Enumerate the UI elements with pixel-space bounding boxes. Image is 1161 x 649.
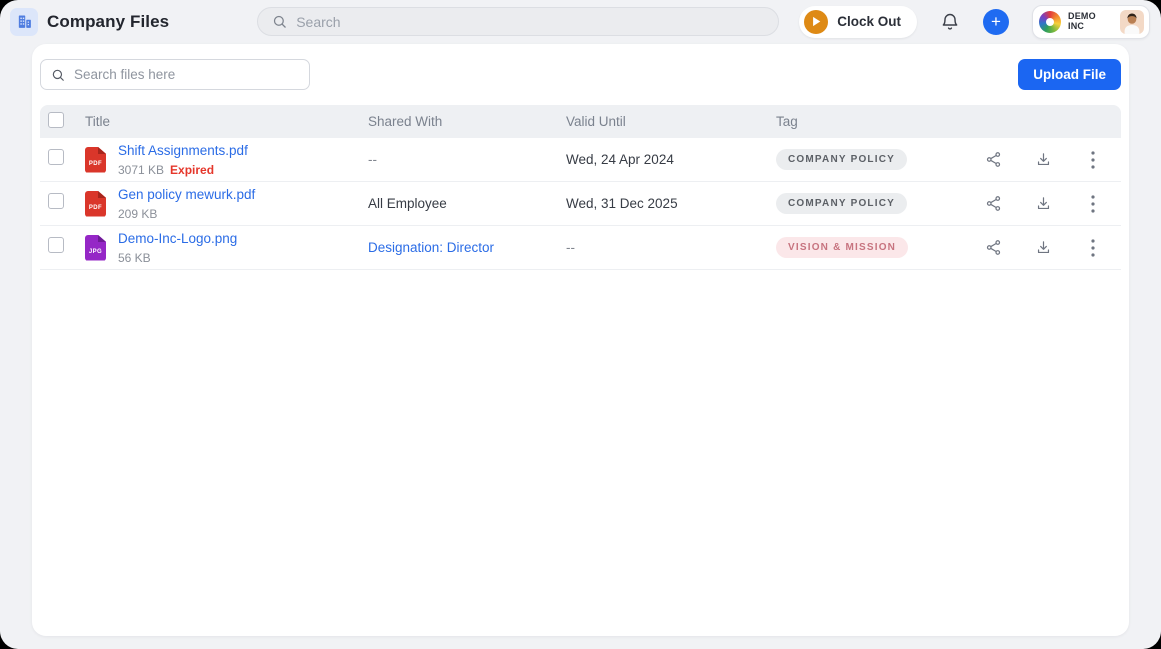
column-header-shared-with: Shared With <box>368 114 443 129</box>
search-icon <box>51 68 65 82</box>
download-icon[interactable] <box>1029 234 1057 262</box>
column-header-valid-until: Valid Until <box>566 114 626 129</box>
valid-until-value: Wed, 31 Dec 2025 <box>566 196 678 211</box>
shared-with-value: All Employee <box>368 196 447 211</box>
tag-badge: VISION & MISSION <box>776 237 909 258</box>
tag-badge: COMPANY POLICY <box>776 193 907 214</box>
tag-badge: COMPANY POLICY <box>776 149 907 170</box>
search-icon <box>272 14 287 29</box>
file-name-link[interactable]: Gen policy mewurk.pdf <box>118 187 255 202</box>
file-name-link[interactable]: Demo-Inc-Logo.png <box>118 231 237 246</box>
clock-out-label: Clock Out <box>837 14 901 29</box>
share-icon[interactable] <box>979 190 1007 218</box>
notifications-bell-icon[interactable] <box>940 12 960 32</box>
share-icon[interactable] <box>979 146 1007 174</box>
file-search-input[interactable] <box>74 67 299 82</box>
share-icon[interactable] <box>979 234 1007 262</box>
file-name-link[interactable]: Shift Assignments.pdf <box>118 143 248 158</box>
files-table: Title Shared With Valid Until Tag PDF Sh… <box>40 105 1121 270</box>
row-checkbox[interactable] <box>48 237 64 253</box>
row-menu-kebab-icon[interactable] <box>1079 146 1107 174</box>
file-size: 56 KB <box>118 251 151 265</box>
row-checkbox[interactable] <box>48 149 64 165</box>
valid-until-value: -- <box>566 240 575 255</box>
table-row: PDF Shift Assignments.pdf 3071 KB Expire… <box>40 138 1121 182</box>
row-checkbox[interactable] <box>48 193 64 209</box>
page-title: Company Files <box>47 11 170 31</box>
global-search[interactable] <box>257 7 780 36</box>
file-size: 209 KB <box>118 207 158 221</box>
upload-file-button[interactable]: Upload File <box>1018 59 1121 90</box>
valid-until-value: Wed, 24 Apr 2024 <box>566 152 674 167</box>
file-type-icon: JPG <box>85 234 106 261</box>
company-logo-icon <box>1039 10 1061 33</box>
download-icon[interactable] <box>1029 190 1057 218</box>
file-search[interactable] <box>40 59 310 90</box>
file-type-icon: PDF <box>85 190 106 217</box>
top-bar: Company Files Clock Out <box>0 0 1161 43</box>
files-toolbar: Upload File <box>40 59 1121 105</box>
clock-out-button[interactable]: Clock Out <box>799 5 917 38</box>
plus-icon: + <box>991 12 1001 31</box>
add-new-button[interactable]: + <box>983 8 1009 35</box>
company-name: DEMO INC <box>1068 11 1096 31</box>
column-header-tag: Tag <box>776 114 798 129</box>
file-type-icon: PDF <box>85 146 106 173</box>
shared-with-value: -- <box>368 152 377 167</box>
app-window: Company Files Clock Out <box>0 0 1161 649</box>
file-status-badge: Expired <box>170 163 215 177</box>
company-files-panel: Upload File Title Shared With Valid Unti… <box>32 44 1129 636</box>
table-row: PDF Gen policy mewurk.pdf 209 KB All Emp… <box>40 182 1121 226</box>
global-search-input[interactable] <box>296 13 765 30</box>
table-header: Title Shared With Valid Until Tag <box>40 105 1121 138</box>
shared-with-value: Designation: Director <box>368 240 495 255</box>
company-switcher[interactable]: DEMO INC <box>1032 4 1150 39</box>
column-header-title: Title <box>85 114 111 129</box>
download-icon[interactable] <box>1029 146 1057 174</box>
company-files-icon <box>10 7 38 36</box>
row-menu-kebab-icon[interactable] <box>1079 234 1107 262</box>
file-size: 3071 KB <box>118 163 165 177</box>
table-body: PDF Shift Assignments.pdf 3071 KB Expire… <box>40 138 1121 270</box>
table-row: JPG Demo-Inc-Logo.png 56 KB Designation:… <box>40 226 1121 270</box>
user-avatar <box>1120 9 1144 34</box>
play-icon <box>804 9 829 34</box>
row-menu-kebab-icon[interactable] <box>1079 190 1107 218</box>
topbar-actions: Clock Out + DEMO INC <box>799 4 1150 39</box>
select-all-checkbox[interactable] <box>48 112 64 128</box>
